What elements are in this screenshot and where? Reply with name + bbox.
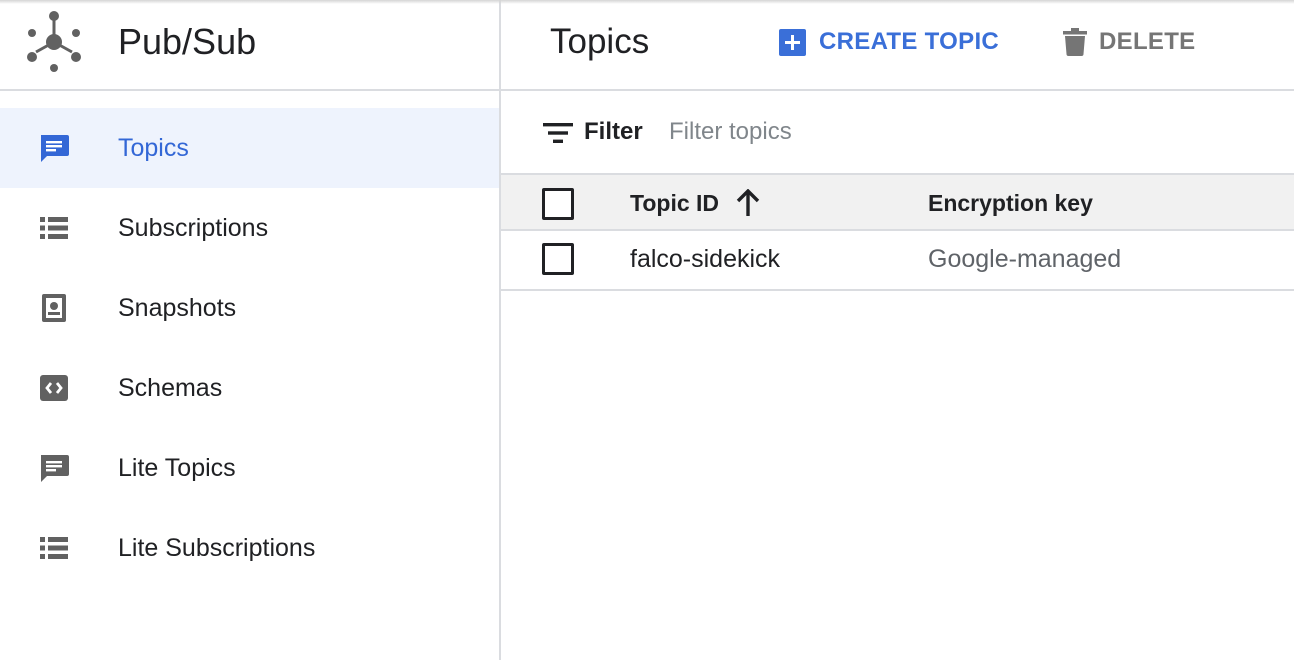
sidebar: Pub/Sub Topics Subscriptions Snapshots S… (0, 0, 501, 660)
chat-message-icon (41, 135, 69, 162)
list-icon (40, 217, 68, 239)
delete-button[interactable]: DELETE (1063, 26, 1195, 58)
chat-message-icon (41, 455, 69, 482)
table-header: Topic ID Encryption key (501, 173, 1294, 231)
filter-input[interactable] (669, 113, 1269, 151)
sidebar-item-label: Subscriptions (118, 214, 269, 242)
sidebar-item-label: Topics (118, 134, 189, 162)
page-header: Topics CREATE TOPIC DELETE (501, 0, 1294, 91)
sidebar-item-schemas[interactable]: Schemas (0, 348, 499, 428)
add-box-icon (779, 28, 806, 56)
select-all-checkbox[interactable] (542, 188, 574, 220)
sidebar-item-label: Schemas (118, 374, 223, 402)
filter-bar: Filter (501, 93, 1294, 173)
page-title: Topics (550, 22, 650, 61)
delete-label: DELETE (1099, 28, 1196, 55)
create-topic-label: CREATE TOPIC (819, 28, 1000, 55)
row-checkbox[interactable] (542, 243, 574, 275)
sidebar-item-lite-topics[interactable]: Lite Topics (0, 428, 499, 508)
top-shadow (0, 0, 1294, 4)
sidebar-item-subscriptions[interactable]: Subscriptions (0, 188, 499, 268)
table-row: falco-sidekick Google-managed (501, 231, 1294, 291)
snapshot-icon (42, 294, 66, 322)
topic-id-cell[interactable]: falco-sidekick (630, 244, 780, 274)
column-header-encryption-key[interactable]: Encryption key (928, 188, 1093, 218)
pubsub-hub-icon (27, 11, 81, 72)
filter-icon[interactable] (543, 121, 573, 145)
column-header-label: Topic ID (630, 190, 720, 216)
encryption-key-cell: Google-managed (928, 245, 1122, 273)
list-icon (40, 537, 68, 559)
sidebar-nav: Topics Subscriptions Snapshots Schemas L… (0, 108, 499, 588)
filter-label[interactable]: Filter (584, 117, 643, 147)
create-topic-button[interactable]: CREATE TOPIC (779, 26, 999, 58)
sidebar-item-label: Lite Subscriptions (118, 534, 316, 562)
brand-header: Pub/Sub (0, 0, 499, 91)
main-panel: Topics CREATE TOPIC DELETE Filter Top (501, 0, 1294, 660)
topics-table: Topic ID Encryption key falco-sidekick G… (501, 173, 1294, 291)
code-icon (40, 375, 68, 401)
sort-ascending-arrow-icon (736, 189, 760, 216)
column-header-topic-id[interactable]: Topic ID (630, 188, 761, 218)
sidebar-item-label: Lite Topics (118, 454, 236, 482)
trash-icon (1063, 28, 1087, 56)
sidebar-item-label: Snapshots (118, 294, 237, 322)
sidebar-item-lite-subscriptions[interactable]: Lite Subscriptions (0, 508, 499, 588)
sidebar-item-snapshots[interactable]: Snapshots (0, 268, 499, 348)
sidebar-item-topics[interactable]: Topics (0, 108, 499, 188)
app-title: Pub/Sub (118, 21, 257, 62)
